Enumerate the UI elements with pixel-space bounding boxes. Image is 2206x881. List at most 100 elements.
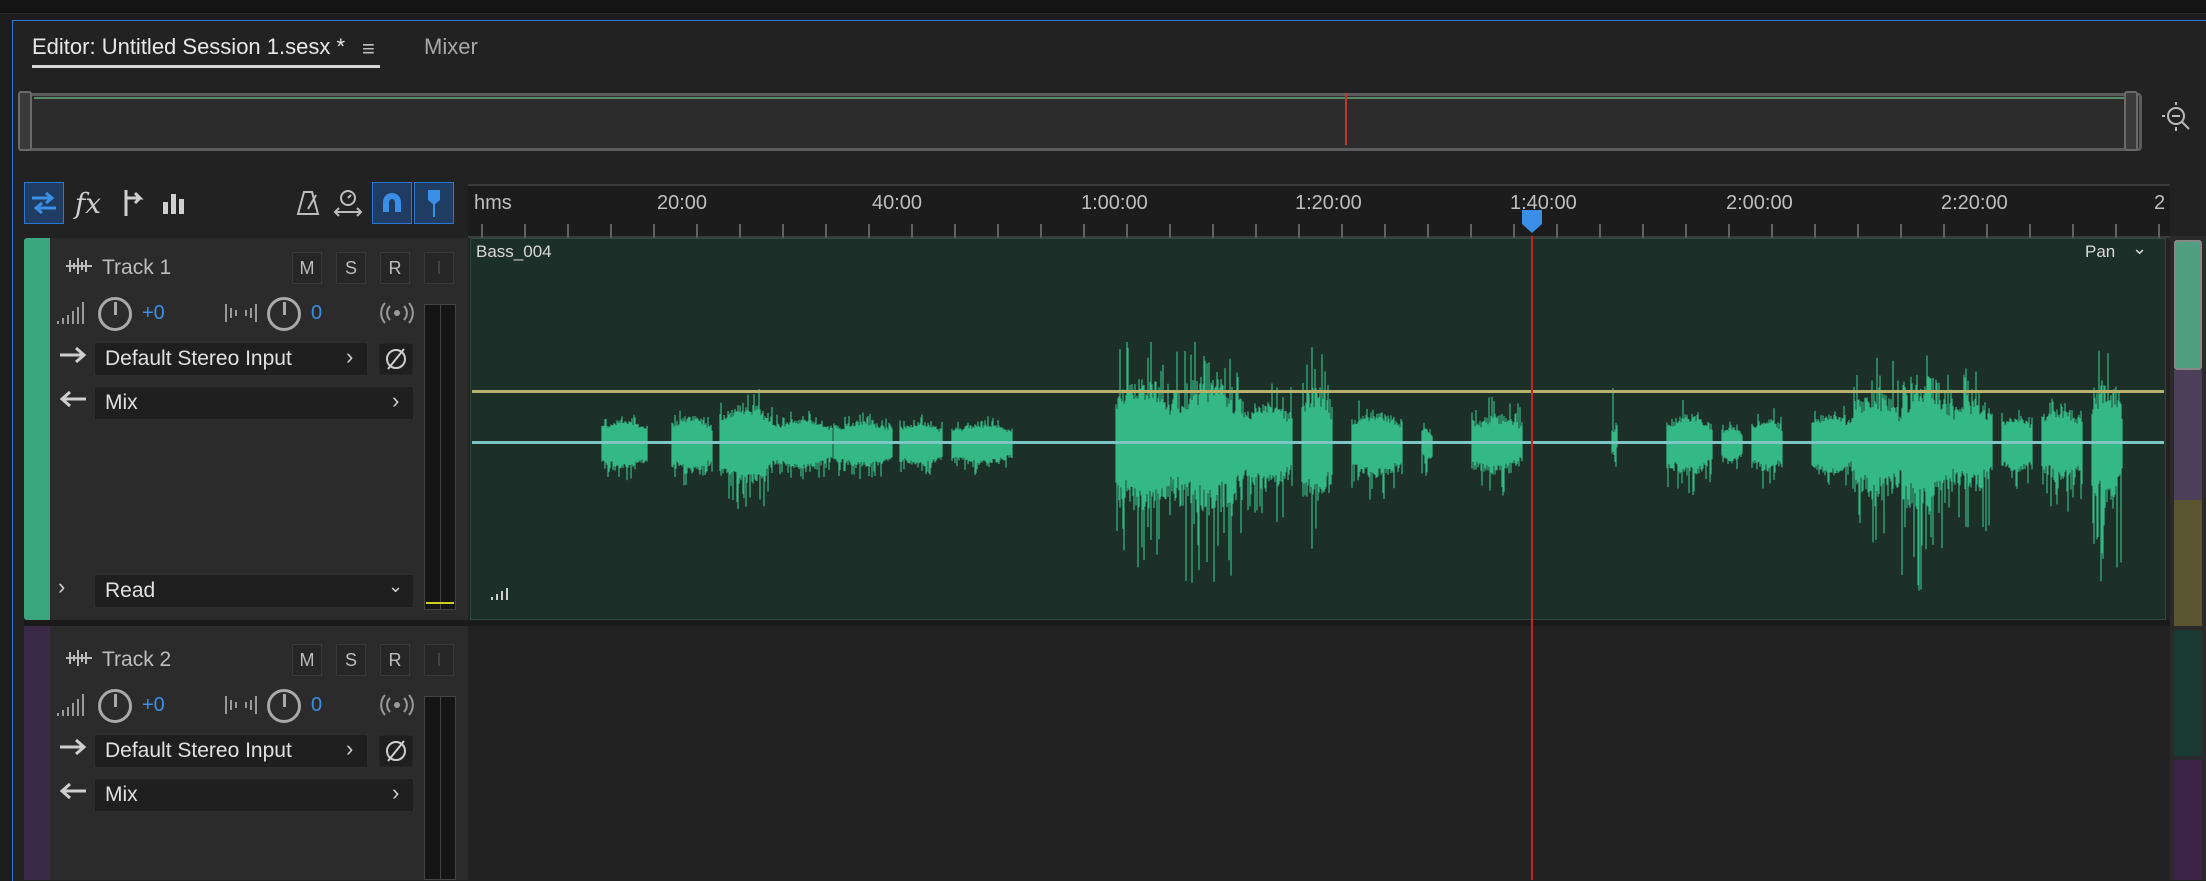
output-dropdown[interactable]: Mix bbox=[94, 386, 414, 420]
scrollbar-region bbox=[2174, 760, 2202, 880]
waveform-icon bbox=[66, 650, 92, 666]
ruler-tick-label: 20:00 bbox=[657, 192, 708, 214]
waveform-segment bbox=[1171, 342, 1243, 583]
navigator-left-handle[interactable] bbox=[18, 91, 32, 151]
ruler-unit-label: hms bbox=[474, 192, 512, 214]
ruler-tick-label: 1:20:00 bbox=[1295, 192, 1362, 214]
waveform-segment bbox=[771, 410, 833, 480]
scrollbar-region bbox=[2174, 630, 2202, 756]
monitor-input-button[interactable]: I bbox=[424, 644, 454, 676]
zoom-to-fit-icon[interactable] bbox=[2160, 100, 2194, 134]
waveform bbox=[601, 342, 2123, 591]
output-dropdown[interactable]: Mix bbox=[94, 778, 414, 812]
level-meter-divider bbox=[440, 304, 441, 610]
marker-icon[interactable] bbox=[414, 182, 454, 224]
waveform-segment bbox=[2091, 350, 2123, 582]
level-meter-peak bbox=[426, 602, 454, 604]
waveform-segment bbox=[1421, 422, 1433, 476]
volume-value[interactable]: +0 bbox=[142, 302, 165, 325]
solo-button[interactable]: S bbox=[336, 644, 366, 676]
waveform-segment bbox=[833, 412, 893, 480]
waveform-segment bbox=[1666, 400, 1713, 496]
mute-button[interactable]: M bbox=[292, 644, 322, 676]
scrollbar-thumb[interactable] bbox=[2174, 240, 2202, 370]
monitor-input-button[interactable]: I bbox=[424, 252, 454, 284]
pan-icon bbox=[225, 304, 257, 322]
track-name[interactable]: Track 2 bbox=[102, 648, 171, 672]
track-lane[interactable] bbox=[470, 626, 2170, 880]
pan-value[interactable]: 0 bbox=[311, 302, 322, 325]
zoom-navigator[interactable] bbox=[22, 93, 2142, 151]
pan-value[interactable]: 0 bbox=[311, 694, 322, 717]
volume-knob[interactable] bbox=[98, 689, 132, 723]
panel-menu-icon[interactable]: ≡ bbox=[362, 36, 375, 62]
clip-envelope-selector[interactable]: Pan bbox=[2085, 242, 2115, 262]
pan-knob[interactable] bbox=[267, 689, 301, 723]
waveform-segment bbox=[2041, 398, 2083, 512]
chevron-right-icon: › bbox=[346, 344, 354, 369]
tab-editor[interactable]: Editor: Untitled Session 1.sesx * bbox=[32, 34, 345, 60]
expand-automation-icon[interactable]: › bbox=[58, 574, 65, 600]
input-arrow-icon bbox=[60, 346, 87, 364]
playhead[interactable] bbox=[1531, 236, 1533, 880]
input-dropdown[interactable]: Default Stereo Input bbox=[94, 342, 368, 376]
tab-mixer[interactable]: Mixer bbox=[424, 34, 478, 60]
solo-button[interactable]: S bbox=[336, 252, 366, 284]
window-top-strip bbox=[0, 0, 2206, 14]
input-arrow-icon bbox=[60, 738, 87, 756]
pan-icon bbox=[225, 696, 257, 714]
waveform-icon bbox=[66, 258, 92, 274]
waveform-segment bbox=[1241, 383, 1293, 522]
fx-icon[interactable]: fx bbox=[68, 182, 108, 224]
waveform-segment bbox=[1351, 400, 1403, 500]
record-arm-button[interactable]: R bbox=[380, 252, 410, 284]
ruler-tick-label: 40:00 bbox=[872, 192, 923, 214]
eq-icon[interactable] bbox=[154, 182, 194, 224]
track-color-strip bbox=[24, 626, 50, 880]
waveform-segment bbox=[899, 414, 943, 475]
chevron-down-icon: ⌄ bbox=[388, 576, 404, 596]
pan-envelope[interactable] bbox=[472, 441, 2164, 444]
playhead-handle[interactable] bbox=[1520, 208, 1544, 234]
snap-icon[interactable] bbox=[372, 182, 412, 224]
waveform-segment bbox=[719, 389, 773, 509]
broadcast-icon[interactable] bbox=[380, 302, 414, 324]
chevron-right-icon: › bbox=[392, 388, 400, 413]
chevron-right-icon: › bbox=[346, 736, 354, 761]
output-arrow-icon bbox=[59, 390, 86, 408]
track-header bbox=[50, 238, 468, 620]
waveform-segment bbox=[1811, 405, 1853, 486]
time-stretch-icon[interactable] bbox=[328, 182, 368, 224]
volume-envelope[interactable] bbox=[472, 390, 2164, 393]
switch-icon[interactable] bbox=[24, 182, 64, 224]
clip-gain-icon bbox=[491, 588, 508, 600]
metronome-icon[interactable] bbox=[288, 182, 328, 224]
chevron-down-icon[interactable]: ⌄ bbox=[2132, 238, 2147, 259]
volume-knob[interactable] bbox=[98, 297, 132, 331]
broadcast-icon[interactable] bbox=[380, 694, 414, 716]
volume-icon bbox=[57, 694, 84, 716]
phase-invert-icon[interactable] bbox=[378, 734, 414, 768]
waveform-segment bbox=[1471, 396, 1523, 496]
scrollbar-region bbox=[2174, 500, 2202, 626]
automation-mode-dropdown[interactable]: Read bbox=[94, 574, 414, 608]
output-arrow-icon bbox=[59, 782, 86, 800]
track-name[interactable]: Track 1 bbox=[102, 256, 171, 280]
navigator-right-handle[interactable] bbox=[2124, 91, 2138, 151]
send-icon[interactable] bbox=[112, 182, 152, 224]
mute-button[interactable]: M bbox=[292, 252, 322, 284]
phase-invert-icon[interactable] bbox=[378, 342, 414, 376]
record-arm-button[interactable]: R bbox=[380, 644, 410, 676]
waveform-segment bbox=[601, 414, 648, 481]
waveform-segment bbox=[951, 416, 1013, 476]
waveform-segment bbox=[1721, 421, 1743, 470]
volume-value[interactable]: +0 bbox=[142, 694, 165, 717]
pan-knob[interactable] bbox=[267, 297, 301, 331]
waveform-segment bbox=[1301, 347, 1333, 549]
waveform-segment bbox=[1851, 357, 1903, 543]
ruler-tick-label: 2 bbox=[2154, 192, 2166, 214]
volume-icon bbox=[57, 302, 84, 324]
input-dropdown[interactable]: Default Stereo Input bbox=[94, 734, 368, 768]
ruler-tick-label: 2:20:00 bbox=[1941, 192, 2008, 214]
waveform-segment bbox=[2001, 410, 2033, 489]
